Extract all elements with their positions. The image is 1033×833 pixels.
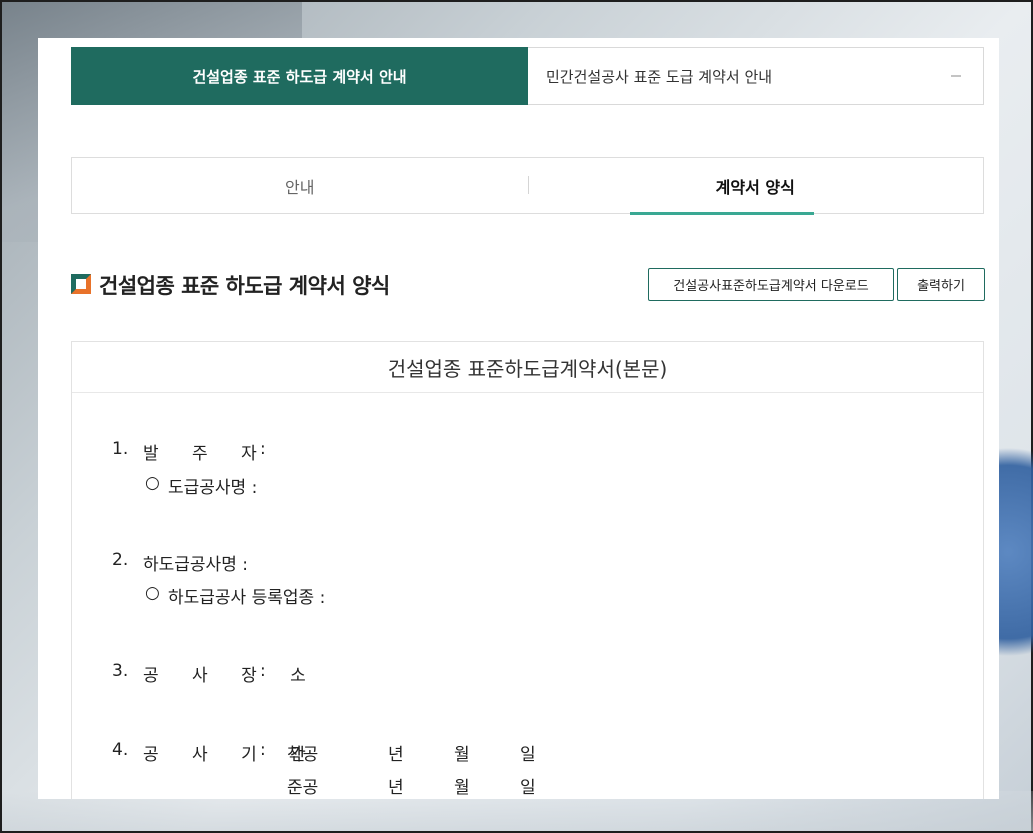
active-tab-underline	[630, 212, 814, 215]
item3-number: 3.	[112, 661, 129, 681]
item2-sub-bullet: ○	[145, 583, 160, 603]
section-title: 건설업종 표준 하도급 계약서 양식	[99, 274, 390, 298]
sub-tab-bar: 안내 계약서 양식	[71, 157, 984, 214]
item1-sub-bullet: ○	[145, 473, 160, 493]
top-tab-private-contract-guide[interactable]: 민간건설공사 표준 도급 계약서 안내	[528, 48, 983, 104]
item1-colon: :	[260, 439, 266, 459]
item4-colon: :	[260, 740, 266, 760]
top-tab-bar: 건설업종 표준 하도급 계약서 안내 민간건설공사 표준 도급 계약서 안내	[71, 47, 984, 105]
document-title: 건설업종 표준하도급계약서(본문)	[72, 342, 983, 393]
content-panel: 건설업종 표준 하도급 계약서 안내 민간건설공사 표준 도급 계약서 안내 안…	[38, 38, 999, 799]
download-button[interactable]: 건설공사표준하도급계약서 다운로드	[648, 268, 894, 301]
print-button[interactable]: 출력하기	[897, 268, 985, 301]
item2-sub-label: 하도급공사 등록업종 :	[168, 588, 326, 608]
end-year: 년	[388, 778, 404, 798]
start-day: 일	[520, 745, 536, 765]
item2-number: 2.	[112, 550, 129, 570]
item4-number: 4.	[112, 740, 129, 760]
item3-label: 공 사 장 소	[143, 666, 320, 686]
top-tab-subcontract-guide[interactable]: 건설업종 표준 하도급 계약서 안내	[71, 47, 528, 105]
item1-label: 발 주 자	[143, 444, 271, 464]
contract-document: 건설업종 표준하도급계약서(본문) 1. 발 주 자 : ○ 도급공사명 : 2…	[71, 341, 984, 799]
start-year: 년	[388, 745, 404, 765]
item3-colon: :	[260, 661, 266, 681]
minus-icon	[951, 75, 961, 77]
item2-label: 하도급공사명 :	[143, 555, 248, 575]
item1-sub-label: 도급공사명 :	[168, 478, 258, 498]
start-label: 착공	[287, 745, 319, 765]
section-square-icon	[71, 274, 91, 294]
tab-guide[interactable]: 안내	[72, 158, 528, 213]
end-label: 준공	[287, 778, 319, 798]
item1-number: 1.	[112, 439, 129, 459]
end-day: 일	[520, 778, 536, 798]
end-month: 월	[454, 778, 470, 798]
start-month: 월	[454, 745, 470, 765]
tab-contract-form[interactable]: 계약서 양식	[528, 158, 984, 213]
top-tab-private-label: 민간건설공사 표준 도급 계약서 안내	[546, 67, 773, 86]
